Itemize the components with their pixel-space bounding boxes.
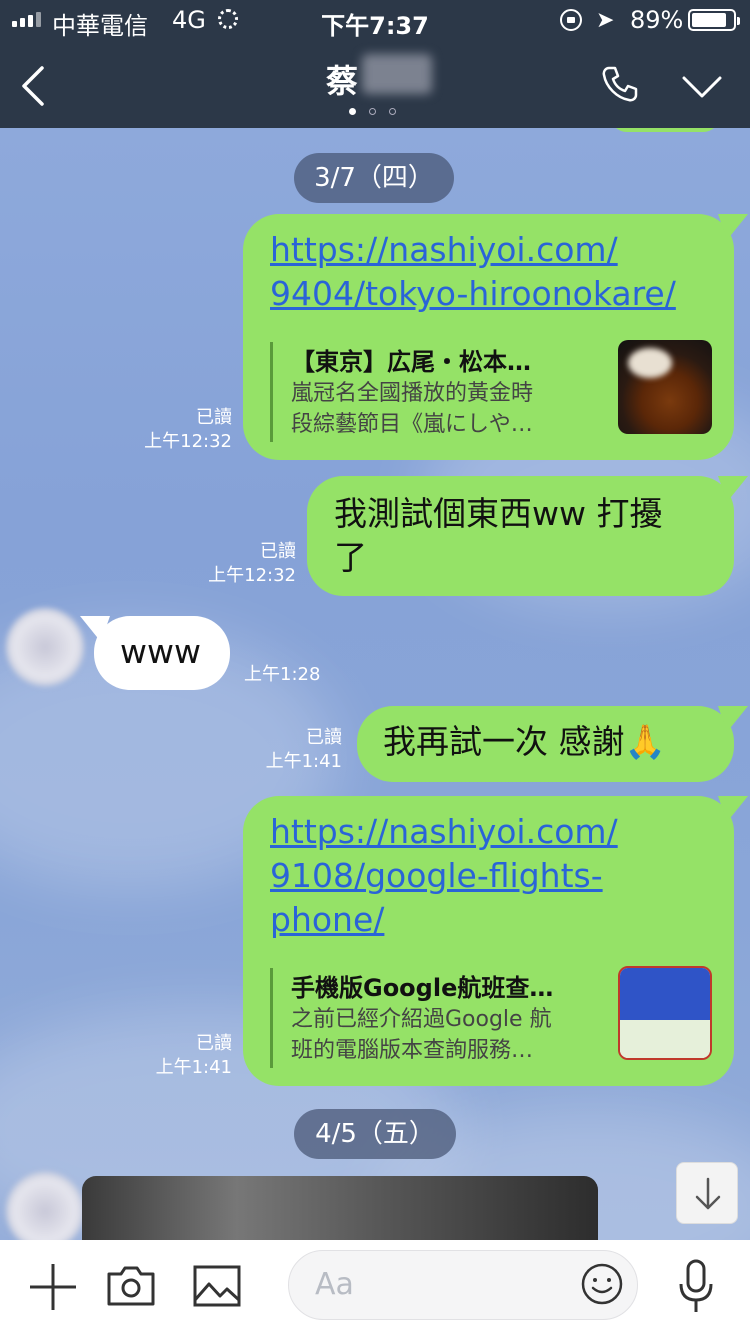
date-separator: 4/5（五） bbox=[294, 1109, 456, 1159]
contact-name: 蔡 bbox=[326, 62, 359, 100]
battery-icon bbox=[688, 9, 740, 31]
message-bubble-link[interactable]: https://nashiyoi.com/ 9404/tokyo-hiroono… bbox=[243, 214, 734, 460]
preview-thumbnail bbox=[618, 340, 712, 434]
date-separator: 3/7（四） bbox=[294, 153, 454, 203]
read-receipt: 已讀 bbox=[196, 1033, 232, 1054]
battery-percent: 89% bbox=[630, 6, 684, 34]
message-time: 上午12:32 bbox=[144, 431, 232, 452]
page-indicator bbox=[349, 108, 396, 115]
incoming-message-bubble[interactable]: www bbox=[94, 616, 230, 690]
message-link[interactable]: https://nashiyoi.com/ bbox=[270, 810, 618, 854]
preview-thumbnail bbox=[618, 966, 712, 1060]
message-bubble-link[interactable]: https://nashiyoi.com/ 9108/google-flight… bbox=[243, 796, 734, 1086]
message-link[interactable]: phone/ bbox=[270, 898, 618, 942]
link-preview[interactable]: 【東京】広尾・松本… 嵐冠名全國播放的黃金時 段綜藝節目《嵐にしや… bbox=[270, 340, 712, 442]
microphone-icon[interactable] bbox=[676, 1258, 716, 1314]
image-icon[interactable] bbox=[192, 1264, 242, 1308]
input-bar: Aa bbox=[0, 1240, 750, 1334]
read-receipt: 已讀 bbox=[196, 407, 232, 428]
chat-area[interactable]: 3/7（四） https://nashiyoi.com/ 9404/tokyo-… bbox=[0, 128, 750, 1240]
photo-message[interactable] bbox=[82, 1176, 598, 1240]
emoji-icon[interactable] bbox=[580, 1262, 624, 1306]
back-icon[interactable] bbox=[18, 64, 58, 108]
message-bubble[interactable]: 我再試一次 感謝🙏 bbox=[357, 706, 734, 782]
avatar[interactable] bbox=[6, 1172, 84, 1240]
preview-description: 之前已經介紹過Google 航 班的電腦版本查詢服務… bbox=[291, 1007, 552, 1063]
message-meta: 已讀 上午12:32 bbox=[120, 406, 232, 454]
rotation-lock-icon bbox=[560, 9, 582, 31]
message-time: 上午1:41 bbox=[265, 751, 342, 772]
top-bar: 中華電信 4G 下午7:37 ➤ 89% 蔡 bbox=[0, 0, 750, 128]
camera-icon[interactable] bbox=[106, 1264, 156, 1308]
message-time: 上午1:41 bbox=[155, 1057, 232, 1078]
plus-icon[interactable] bbox=[28, 1262, 78, 1312]
message-link[interactable]: https://nashiyoi.com/ bbox=[270, 228, 676, 272]
arrow-down-icon bbox=[695, 1177, 721, 1210]
chevron-down-icon[interactable] bbox=[682, 72, 722, 102]
preview-title: 手機版Google航班查… bbox=[291, 974, 554, 1002]
preview-title: 【東京】広尾・松本… bbox=[291, 348, 531, 376]
message-time: 上午12:32 bbox=[208, 565, 296, 586]
blurred-name bbox=[362, 54, 432, 94]
preview-description: 嵐冠名全國播放的黃金時 段綜藝節目《嵐にしや… bbox=[291, 381, 534, 437]
partial-message-bubble bbox=[610, 128, 720, 132]
phone-icon[interactable] bbox=[600, 64, 640, 104]
avatar[interactable] bbox=[6, 608, 84, 686]
location-icon: ➤ bbox=[596, 8, 615, 33]
message-time: 上午1:28 bbox=[244, 664, 321, 685]
message-bubble[interactable]: 我測試個東西ww 打擾 了 bbox=[307, 476, 734, 596]
scroll-to-bottom-button[interactable] bbox=[676, 1162, 738, 1224]
message-link[interactable]: 9404/tokyo-hiroonokare/ bbox=[270, 272, 676, 316]
message-link[interactable]: 9108/google-flights- bbox=[270, 854, 618, 898]
status-bar: 中華電信 4G 下午7:37 ➤ 89% bbox=[0, 0, 750, 40]
read-receipt: 已讀 bbox=[306, 727, 342, 748]
message-meta: 已讀 上午1:41 bbox=[120, 1032, 232, 1080]
read-receipt: 已讀 bbox=[260, 541, 296, 562]
message-meta: 已讀 上午12:32 bbox=[184, 540, 296, 588]
link-preview[interactable]: 手機版Google航班查… 之前已經介紹過Google 航 班的電腦版本查詢服務… bbox=[270, 966, 712, 1068]
message-meta: 已讀 上午1:41 bbox=[230, 726, 342, 774]
